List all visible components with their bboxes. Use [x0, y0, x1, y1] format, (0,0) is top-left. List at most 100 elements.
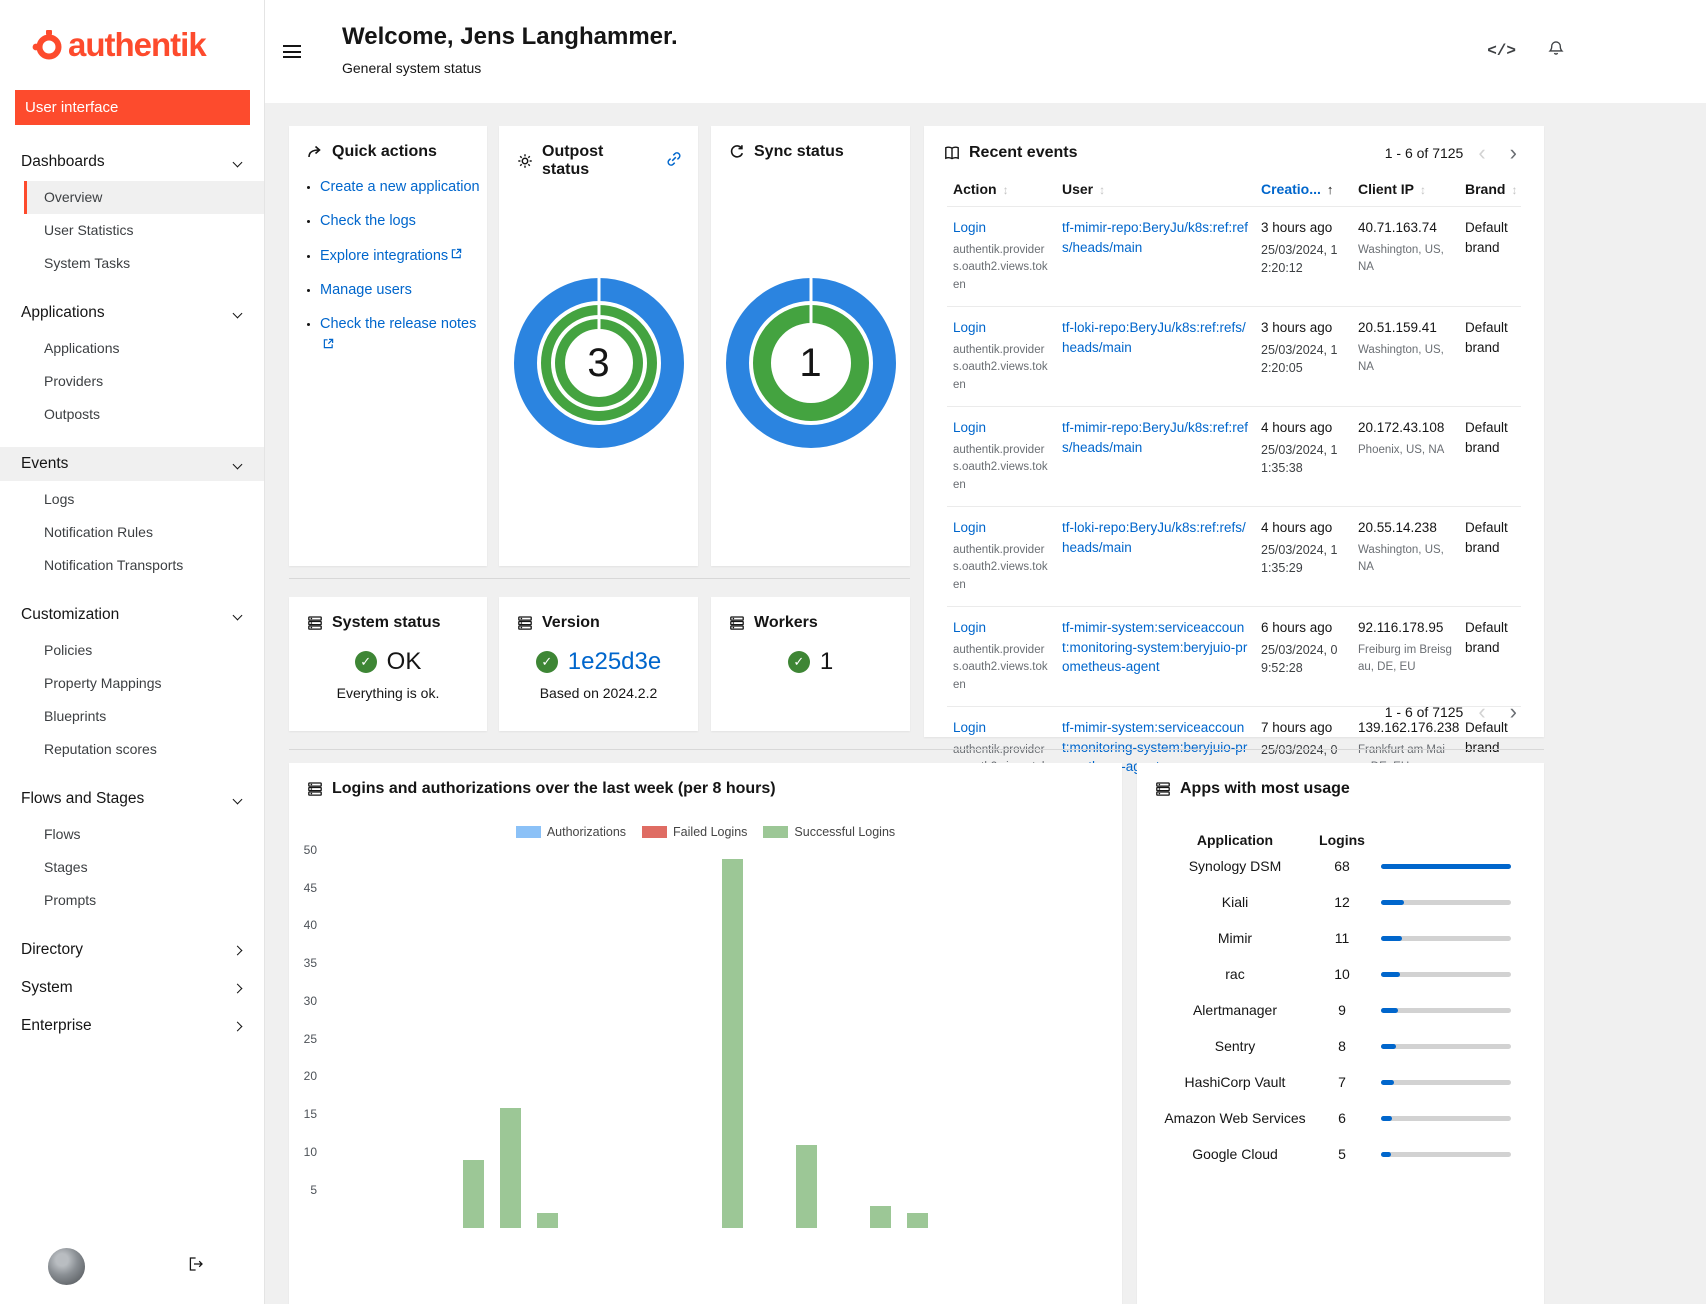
sidebar-section-dashboards[interactable]: Dashboards [0, 145, 264, 179]
sidebar-item-property-mappings[interactable]: Property Mappings [24, 667, 264, 700]
app-usage-progress-bar [1381, 972, 1511, 977]
system-status-value-row: ✓ OK [289, 648, 487, 676]
sidebar-item-prompts[interactable]: Prompts [24, 884, 264, 917]
recent-events-header: Recent events 1 - 6 of 7125 ‹ › [924, 126, 1544, 170]
system-status-subtitle: Everything is ok. [289, 685, 487, 701]
progress-fill [1381, 1080, 1394, 1085]
sidebar-section-label: System [21, 979, 73, 997]
sidebar-item-providers[interactable]: Providers [24, 365, 264, 398]
sidebar-section-events[interactable]: Events [0, 447, 264, 481]
event-brand: Default brand [1459, 207, 1521, 307]
column-header-user[interactable]: User↕ [1056, 172, 1255, 207]
app-usage-progress-bar [1381, 1152, 1511, 1157]
sidebar-section: Customization Policies Property Mappings… [0, 598, 264, 766]
pagination-next-button[interactable]: › [1501, 701, 1526, 723]
sidebar-section-flows-and-stages[interactable]: Flows and Stages [0, 782, 264, 816]
pagination-prev-button[interactable]: ‹ [1469, 142, 1494, 164]
sidebar-section-applications[interactable]: Applications [0, 296, 264, 330]
quick-action-create-a-new-application[interactable]: Create a new application [320, 179, 480, 195]
quick-action-check-the-logs[interactable]: Check the logs [320, 213, 416, 229]
event-brand: Default brand [1459, 307, 1521, 407]
sidebar-item-user-statistics[interactable]: User Statistics [24, 214, 264, 247]
y-axis-tick: 5 [289, 1183, 317, 1197]
pagination-prev-button[interactable]: ‹ [1469, 701, 1494, 723]
main-area: Welcome, Jens Langhammer. General system… [265, 0, 1706, 1304]
event-user-link[interactable]: tf-mimir-repo:BeryJu/k8s:ref:refs/heads/… [1062, 418, 1249, 457]
event-action-link[interactable]: Login [953, 318, 986, 338]
event-user-link[interactable]: tf-mimir-system:serviceaccount:monitorin… [1062, 618, 1249, 677]
event-user-link[interactable]: tf-loki-repo:BeryJu/k8s:ref:refs/heads/m… [1062, 518, 1249, 557]
quick-action-link: Check the release notes [320, 316, 476, 332]
server-icon [307, 615, 323, 631]
event-user-link[interactable]: tf-loki-repo:BeryJu/k8s:ref:refs/heads/m… [1062, 318, 1249, 357]
column-header-client-ip[interactable]: Client IP↕ [1352, 172, 1459, 207]
app-usage-progress-bar [1381, 1080, 1511, 1085]
app-usage-progress-bar [1381, 900, 1511, 905]
quick-action-manage-users[interactable]: Manage users [320, 282, 412, 298]
sidebar-item-outposts[interactable]: Outposts [24, 398, 264, 431]
event-action-link[interactable]: Login [953, 618, 986, 638]
apps-usage-card: Apps with most usage Application Logins … [1137, 763, 1544, 1304]
column-header-creation[interactable]: Creatio...↑ [1255, 172, 1352, 207]
event-client-ip: 40.71.163.74 [1358, 218, 1453, 238]
sidebar-section-system[interactable]: System [0, 971, 264, 1005]
sidebar-item-label: Stages [44, 859, 88, 875]
sync-status-card: Sync status 1 [711, 126, 910, 566]
quick-action-check-the-release-notes[interactable]: Check the release notes [320, 316, 476, 354]
sidebar-item-policies[interactable]: Policies [24, 634, 264, 667]
sidebar-item-overview[interactable]: Overview [24, 181, 264, 214]
app-name: Sentry [1159, 1037, 1311, 1056]
sidebar-section-directory[interactable]: Directory [0, 933, 264, 967]
sort-icon: ↕ [1420, 183, 1426, 197]
sidebar-item-blueprints[interactable]: Blueprints [24, 700, 264, 733]
sidebar-item-notification-rules[interactable]: Notification Rules [24, 516, 264, 549]
sidebar-item-label: Logs [44, 491, 74, 507]
app-usage-progress-bar [1381, 1044, 1511, 1049]
event-action-link[interactable]: Login [953, 418, 986, 438]
event-action-link[interactable]: Login [953, 718, 986, 738]
progress-fill [1381, 1044, 1396, 1049]
server-icon [1155, 781, 1171, 797]
chart-bar-successful-logins [796, 1145, 817, 1228]
sidebar-item-notification-transports[interactable]: Notification Transports [24, 549, 264, 582]
sidebar-item-stages[interactable]: Stages [24, 851, 264, 884]
quick-action-explore-integrations[interactable]: Explore integrations [320, 248, 462, 264]
event-geo: Washington, US, NA [1358, 542, 1453, 578]
version-link[interactable]: 1e25d3e [568, 648, 661, 676]
api-browser-icon[interactable]: </> [1487, 42, 1516, 60]
external-link-icon[interactable] [666, 151, 682, 172]
app-usage-progress-bar [1381, 1116, 1511, 1121]
sidebar-section: Dashboards Overview User Statistics Syst… [0, 145, 264, 280]
card-title: Recent events [969, 144, 1078, 162]
event-action-context: authentik.providers.oauth2.views.token [953, 642, 1050, 695]
hamburger-menu-icon[interactable] [283, 45, 301, 62]
sidebar-item-flows[interactable]: Flows [24, 818, 264, 851]
column-header-action[interactable]: Action↕ [947, 172, 1056, 207]
event-user-link[interactable]: tf-mimir-repo:BeryJu/k8s:ref:refs/heads/… [1062, 218, 1249, 257]
column-header-brand[interactable]: Brand↕ [1459, 172, 1521, 207]
progress-fill [1381, 936, 1402, 941]
user-interface-button[interactable]: User interface [15, 90, 250, 125]
sort-icon: ↕ [1511, 183, 1517, 197]
event-action-link[interactable]: Login [953, 218, 986, 238]
sidebar-section-enterprise[interactable]: Enterprise [0, 1009, 264, 1043]
progress-fill [1381, 1116, 1392, 1121]
pagination-bottom: 1 - 6 of 7125 ‹ › [1385, 701, 1526, 723]
pagination-next-button[interactable]: › [1501, 142, 1526, 164]
avatar[interactable] [48, 1248, 85, 1285]
app-usage-row: HashiCorp Vault 7 [1137, 1064, 1544, 1100]
authentik-logo-mark [32, 28, 62, 62]
app-usage-row: Mimir 11 [1137, 920, 1544, 956]
sidebar-item-label: Prompts [44, 892, 96, 908]
sidebar-item-logs[interactable]: Logs [24, 483, 264, 516]
app-usage-progress-bar [1381, 1008, 1511, 1013]
sign-out-icon[interactable] [188, 1256, 204, 1277]
section-divider [289, 578, 910, 579]
event-action-link[interactable]: Login [953, 518, 986, 538]
refresh-icon [729, 144, 745, 160]
notifications-bell-icon[interactable] [1548, 40, 1564, 61]
sidebar-item-system-tasks[interactable]: System Tasks [24, 247, 264, 280]
sidebar-item-reputation-scores[interactable]: Reputation scores [24, 733, 264, 766]
sidebar-section-customization[interactable]: Customization [0, 598, 264, 632]
sidebar-item-applications[interactable]: Applications [24, 332, 264, 365]
